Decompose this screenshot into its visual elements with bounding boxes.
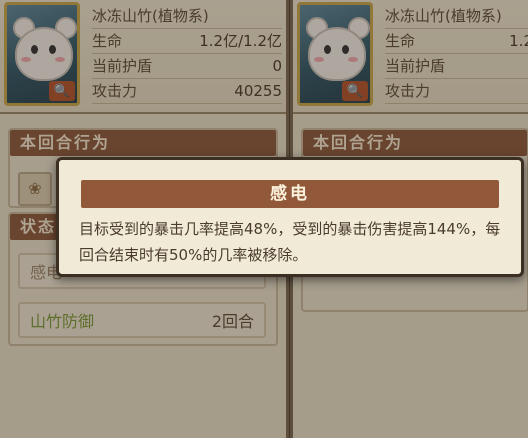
- hp-row: 生命1.2: [385, 29, 528, 54]
- tooltip-description: 目标受到的暴击几率提高48%，受到的暴击伤害提高144%，每回合结束时有50%的…: [79, 220, 501, 264]
- unit-name: 冰冻山竹(植物系): [385, 4, 528, 29]
- hp-row: 生命 1.2亿/1.2亿: [92, 29, 282, 54]
- shield-row: 当前护盾: [385, 54, 528, 79]
- search-icon[interactable]: 🔍: [49, 81, 75, 101]
- left-unit-header: 🔍 冰冻山竹(植物系) 生命 1.2亿/1.2亿 当前护盾 0 攻击力 40255: [0, 0, 286, 114]
- tooltip-title: 感电: [81, 180, 499, 208]
- search-icon[interactable]: 🔍: [342, 81, 368, 101]
- shield-row: 当前护盾 0: [92, 54, 282, 79]
- right-unit-header: 🔍 冰冻山竹(植物系) 生命1.2 当前护盾 攻击力: [293, 0, 528, 114]
- buff-row[interactable]: 山竹防御 2回合: [18, 302, 266, 338]
- attack-row: 攻击力: [385, 79, 528, 104]
- right-unit-portrait[interactable]: 🔍: [297, 2, 373, 106]
- unit-name: 冰冻山竹(植物系): [92, 4, 282, 29]
- action-section-title: 本回合行为: [10, 130, 276, 156]
- left-unit-portrait[interactable]: 🔍: [4, 2, 80, 106]
- status-tooltip: 感电 目标受到的暴击几率提高48%，受到的暴击伤害提高144%，每回合结束时有5…: [56, 157, 524, 277]
- lotus-icon[interactable]: ❀: [18, 172, 52, 206]
- action-section-title: 本回合行为: [303, 130, 527, 156]
- attack-row: 攻击力 40255: [92, 79, 282, 104]
